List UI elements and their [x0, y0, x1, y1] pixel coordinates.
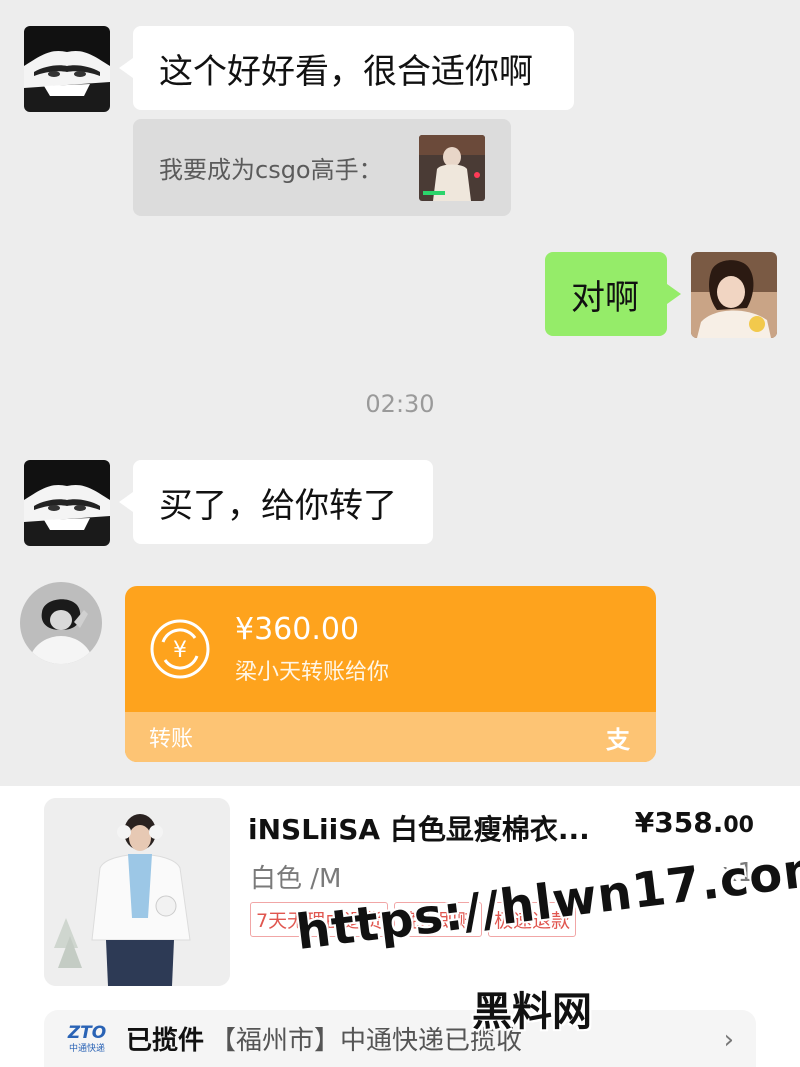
photo-avatar-image: [691, 252, 777, 338]
price-decimal: 00: [723, 813, 754, 838]
quoted-thumbnail[interactable]: [419, 134, 485, 201]
service-tag: 7天无理由退货: [250, 902, 389, 937]
contact-avatar[interactable]: [24, 460, 110, 546]
product-quantity: x1: [722, 858, 754, 888]
video-thumbnail-image: [419, 134, 485, 201]
message-bubble-self[interactable]: 对啊: [545, 252, 681, 336]
product-photo: [44, 798, 230, 986]
transfer-description: 梁小天转账给你: [235, 660, 390, 685]
message-text: 买了，给你转了: [159, 485, 397, 526]
product-spec: 白色 /M: [250, 864, 342, 894]
product-title[interactable]: iNSLiiSA 白色显瘦棉衣...: [248, 808, 593, 848]
service-tags: 7天无理由退货 晚发即赔 极速退款: [250, 902, 577, 937]
alipay-icon: 支: [606, 725, 630, 754]
quoted-message[interactable]: 我要成为csgo高手：: [133, 119, 511, 216]
svg-text:ZTO: ZTO: [67, 1023, 106, 1043]
transfer-amount: ¥360.00: [235, 612, 360, 647]
message-text: 这个好好看，很合适你啊: [159, 51, 533, 92]
transfer-card[interactable]: ¥ ¥360.00 梁小天转账给你 转账 支: [125, 586, 656, 762]
svg-text:¥: ¥: [173, 638, 187, 663]
message-bubble[interactable]: 这个好好看，很合适你啊: [119, 26, 574, 110]
anime-avatar-image: [24, 460, 110, 546]
quoted-text: 我要成为csgo高手：: [159, 156, 383, 184]
sender-avatar[interactable]: [20, 582, 102, 664]
currency-exchange-icon: ¥: [150, 619, 210, 679]
contact-avatar[interactable]: [24, 26, 110, 112]
chat-timestamp: 02:30: [365, 390, 435, 418]
service-tag: 极速退款: [488, 902, 577, 937]
chevron-right-icon[interactable]: ›: [724, 1025, 734, 1055]
logistics-status: 已揽件: [126, 1026, 205, 1056]
anime-avatar-image: [24, 26, 110, 112]
message-bubble[interactable]: 买了，给你转了: [119, 460, 433, 544]
transfer-label: 转账: [149, 727, 194, 752]
message-text: 对啊: [571, 277, 639, 318]
service-tag: 晚发即赔: [394, 902, 483, 937]
product-image[interactable]: [44, 798, 230, 986]
photo-avatar-image: [20, 582, 102, 664]
price-main: ¥358.: [634, 806, 724, 839]
self-avatar[interactable]: [691, 252, 777, 338]
order-card[interactable]: iNSLiiSA 白色显瘦棉衣... ¥358.00 白色 /M x1 7天无理…: [0, 786, 800, 1067]
logistics-detail: 【福州市】中通快递已揽收: [210, 1026, 523, 1056]
zto-logo-icon: ZTO 中通快递: [67, 1023, 106, 1054]
product-price: ¥358.00: [635, 806, 754, 839]
logistics-bar[interactable]: ZTO 中通快递 已揽件 【福州市】中通快递已揽收 ›: [44, 1010, 756, 1067]
svg-text:中通快递: 中通快递: [69, 1042, 105, 1054]
